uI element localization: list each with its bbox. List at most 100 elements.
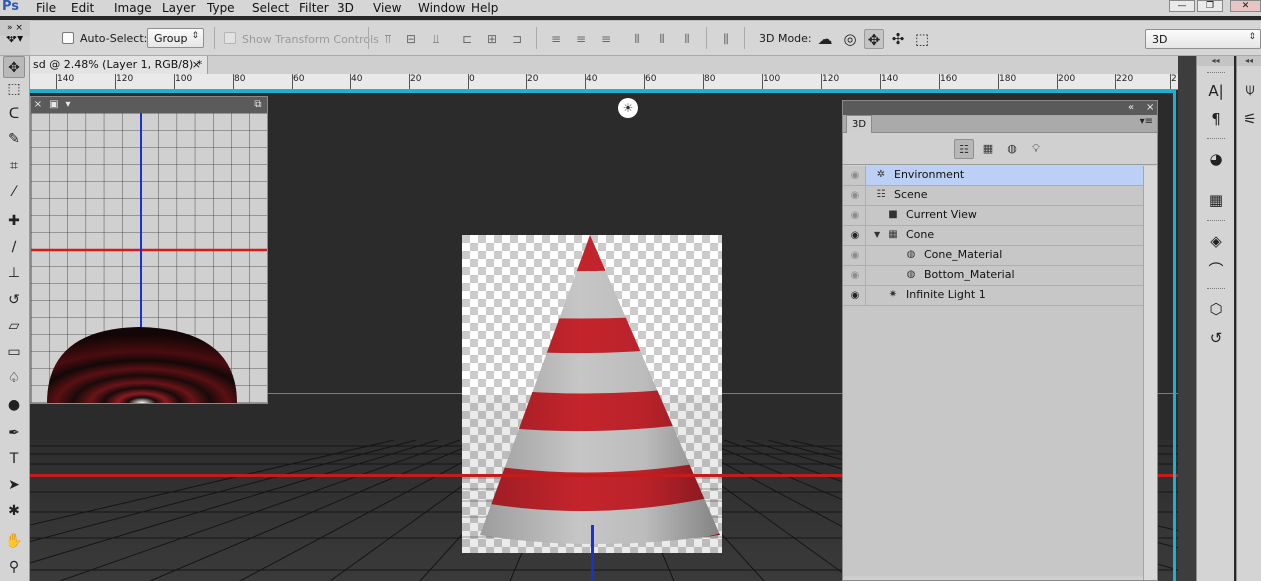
- secondary-view-window[interactable]: × ▣ ▾ ⧉: [30, 96, 268, 404]
- scene-row-content[interactable]: ▼ ▦ Cone: [865, 226, 1143, 245]
- pen-tool-icon[interactable]: ✒: [3, 422, 25, 444]
- scene-row-current-view[interactable]: ◉ ■ Current View: [843, 206, 1143, 226]
- scale-3d-icon[interactable]: ⬚: [912, 29, 932, 49]
- visibility-eye-icon[interactable]: ◉: [848, 190, 862, 202]
- close-panel-icon[interactable]: ×: [1146, 101, 1154, 115]
- align-left-icon[interactable]: ⊏: [459, 31, 475, 47]
- path-select-tool-icon[interactable]: ➤: [3, 474, 25, 496]
- brush-tool-icon[interactable]: ∕: [3, 236, 25, 258]
- show-transform-checkbox[interactable]: [224, 32, 236, 44]
- auto-select-checkbox[interactable]: [62, 32, 74, 44]
- layers-panel-icon[interactable]: ◈: [1205, 230, 1227, 252]
- distribute-right-icon[interactable]: ⦀: [679, 31, 695, 47]
- align-bottom-icon[interactable]: ⫫: [428, 31, 444, 47]
- clone-stamp-tool-icon[interactable]: ⊥: [3, 262, 25, 284]
- auto-align-icon[interactable]: ⫼: [718, 31, 734, 47]
- orbit-3d-icon[interactable]: ☁: [815, 29, 835, 49]
- minimize-button[interactable]: —: [1169, 0, 1195, 12]
- distribute-vcenter-icon[interactable]: ≡: [573, 31, 589, 47]
- visibility-eye-icon[interactable]: ◉: [848, 250, 862, 262]
- dodge-tool-icon[interactable]: ●: [3, 394, 25, 416]
- move-tool-icon[interactable]: ✥: [3, 56, 25, 78]
- menu-3d[interactable]: 3D: [329, 0, 365, 16]
- scene-row-content[interactable]: ✷ Infinite Light 1: [865, 286, 1143, 305]
- distribute-left-icon[interactable]: ⦀: [629, 31, 645, 47]
- scene-row-infinite-light-1[interactable]: ◉ ✷ Infinite Light 1: [843, 286, 1143, 306]
- blur-tool-icon[interactable]: ♤: [3, 367, 25, 389]
- align-hcenter-icon[interactable]: ⊞: [484, 31, 500, 47]
- menu-view[interactable]: View: [365, 0, 410, 16]
- expand-triangle-icon[interactable]: ▼: [874, 228, 884, 242]
- brush-presets-icon[interactable]: ⍦: [1239, 78, 1261, 100]
- align-vcenter-icon[interactable]: ⊟: [403, 31, 419, 47]
- scene-tree-scrollbar[interactable]: [1143, 166, 1157, 580]
- tab-3d[interactable]: 3D: [846, 115, 872, 133]
- visibility-eye-icon[interactable]: ◉: [848, 210, 862, 222]
- collapse-panel-icon[interactable]: «: [1128, 101, 1134, 115]
- menu-select[interactable]: Select: [244, 0, 291, 16]
- horizontal-ruler[interactable]: 140 120 100 80 60 40 20 0 20 40 60 80 100 120 140 160 18…: [30, 74, 1178, 90]
- scene-row-bottom-material[interactable]: ◉ ◍ Bottom_Material: [843, 266, 1143, 286]
- lights-filter-icon[interactable]: 💡︎: [1026, 139, 1046, 159]
- auto-select-dropdown[interactable]: Group ⇕: [147, 28, 204, 48]
- document-tab[interactable]: sd @ 2.48% (Layer 1, RGB/8) * ×: [30, 56, 208, 74]
- menu-help[interactable]: Help: [463, 0, 503, 16]
- scene-row-content[interactable]: ◍ Cone_Material: [865, 246, 1143, 265]
- expand-dock-icon[interactable]: ◂◂: [1197, 56, 1234, 66]
- paragraph-panel-icon[interactable]: ¶: [1205, 108, 1227, 130]
- scene-row-content[interactable]: ■ Current View: [865, 206, 1143, 225]
- align-top-icon[interactable]: ⫪: [380, 31, 396, 47]
- healing-brush-tool-icon[interactable]: ✚: [3, 210, 25, 232]
- slide-3d-icon[interactable]: ✣: [888, 29, 908, 49]
- zoom-tool-icon[interactable]: ⚲: [3, 556, 25, 578]
- menu-edit[interactable]: Edit: [63, 0, 106, 16]
- menu-file[interactable]: File: [28, 0, 63, 16]
- whole-scene-filter-icon[interactable]: ☷: [954, 139, 974, 159]
- marquee-tool-icon[interactable]: ⬚: [3, 78, 25, 100]
- menu-type[interactable]: Type: [199, 0, 244, 16]
- character-panel-icon[interactable]: A|: [1205, 80, 1227, 102]
- distribute-hcenter-icon[interactable]: ⦀: [654, 31, 670, 47]
- distribute-bottom-icon[interactable]: ≡: [598, 31, 614, 47]
- distribute-top-icon[interactable]: ≡: [548, 31, 564, 47]
- workspace-dropdown[interactable]: 3D ⇕: [1145, 29, 1261, 49]
- eyedropper-tool-icon[interactable]: ⁄: [3, 181, 25, 203]
- scene-row-environment[interactable]: ◉ ✲ Environment: [843, 166, 1143, 186]
- light-widget-icon[interactable]: ☀: [618, 98, 638, 118]
- view-select-icon[interactable]: ▣: [47, 98, 61, 111]
- restore-button[interactable]: ❐: [1197, 0, 1223, 12]
- secondary-view-viewport[interactable]: [31, 113, 267, 403]
- scene-row-scene[interactable]: ◉ ☷ Scene: [843, 186, 1143, 206]
- quick-select-tool-icon[interactable]: ✎: [3, 128, 25, 150]
- eraser-tool-icon[interactable]: ▱: [3, 315, 25, 337]
- scene-row-cone-material[interactable]: ◉ ◍ Cone_Material: [843, 246, 1143, 266]
- close-document-icon[interactable]: ×: [192, 56, 201, 74]
- menu-window[interactable]: Window: [410, 0, 465, 16]
- panel-menu-icon[interactable]: ▾≡: [1140, 116, 1153, 127]
- scene-row-content[interactable]: ☷ Scene: [865, 186, 1143, 205]
- align-right-icon[interactable]: ⊐: [509, 31, 525, 47]
- visibility-eye-icon[interactable]: ◉: [848, 170, 862, 182]
- gradient-tool-icon[interactable]: ▭: [3, 341, 25, 363]
- crop-tool-icon[interactable]: ⌗: [3, 155, 25, 177]
- menu-image[interactable]: Image: [106, 0, 154, 16]
- materials-filter-icon[interactable]: ◍: [1002, 139, 1022, 159]
- visibility-eye-icon[interactable]: ◉: [848, 230, 862, 242]
- menu-filter[interactable]: Filter: [291, 0, 329, 16]
- scene-row-cone[interactable]: ◉ ▼ ▦ Cone: [843, 226, 1143, 246]
- type-tool-icon[interactable]: T: [3, 448, 25, 470]
- close-window-button[interactable]: ✕: [1230, 0, 1261, 12]
- lasso-tool-icon[interactable]: ᑕ: [3, 103, 25, 125]
- view-dropdown-icon[interactable]: ▾: [61, 98, 75, 111]
- meshes-filter-icon[interactable]: ▦: [978, 139, 998, 159]
- document-canvas[interactable]: [462, 235, 722, 553]
- paths-panel-icon[interactable]: ⌒: [1205, 259, 1227, 281]
- 3d-panel-icon[interactable]: ⬡: [1205, 298, 1227, 320]
- menu-layer[interactable]: Layer: [154, 0, 199, 16]
- swatches-panel-icon[interactable]: ▦: [1205, 189, 1227, 211]
- history-panel-icon[interactable]: ↺: [1205, 327, 1227, 349]
- expand-dock-icon[interactable]: ◂◂: [1237, 56, 1261, 66]
- properties-panel-icon[interactable]: ⚟: [1239, 108, 1261, 130]
- pan-3d-icon[interactable]: ✥: [864, 29, 884, 49]
- swap-view-icon[interactable]: ⧉: [251, 98, 265, 111]
